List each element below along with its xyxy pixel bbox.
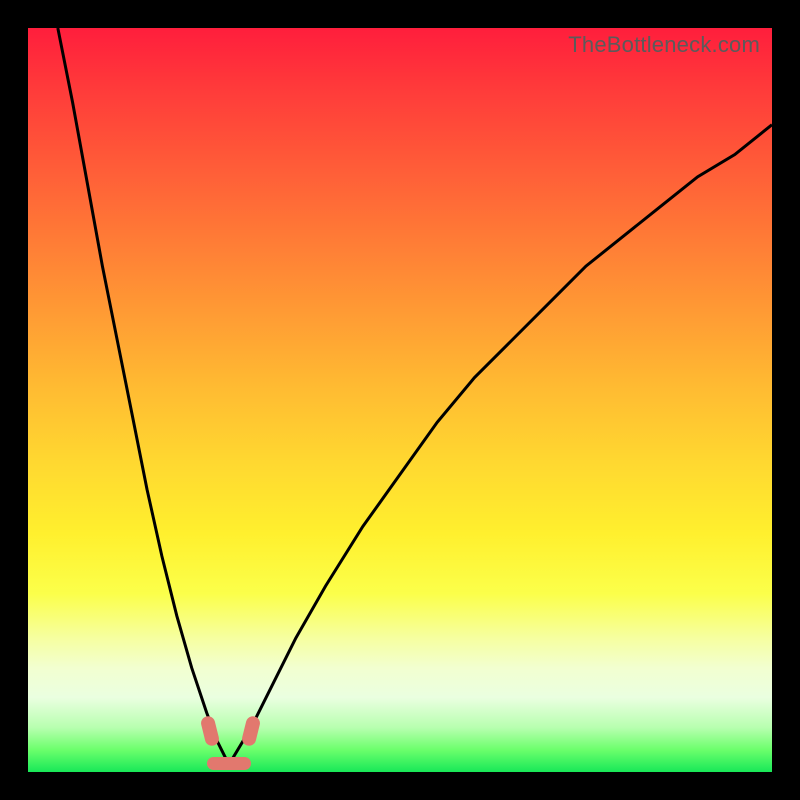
marker-valley-flat xyxy=(207,757,251,770)
plot-area: TheBottleneck.com xyxy=(28,28,772,772)
right-curve-path xyxy=(229,125,772,765)
chart-frame: TheBottleneck.com xyxy=(0,0,800,800)
left-curve-path xyxy=(58,28,229,765)
curve-layer xyxy=(28,28,772,772)
